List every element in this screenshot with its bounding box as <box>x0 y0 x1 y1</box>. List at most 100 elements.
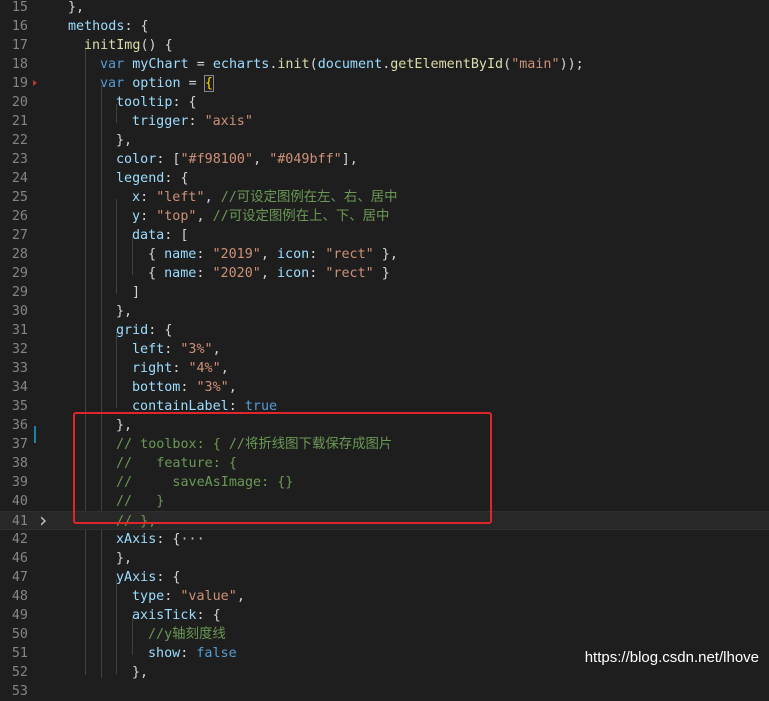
code-line[interactable]: 18 var myChart = echarts.init(document.ge… <box>0 55 769 74</box>
code-line[interactable]: 33 right: "4%", <box>0 359 769 378</box>
code-token: : { <box>148 323 173 338</box>
code-token: show <box>148 646 181 661</box>
code-token: x <box>132 190 141 205</box>
line-number: 48 <box>11 589 28 604</box>
line-number: 37 <box>11 437 28 452</box>
code-line[interactable]: 53 <box>0 682 769 701</box>
code-token: : <box>196 247 213 262</box>
code-token: false <box>196 646 237 661</box>
line-number: 49 <box>11 608 28 623</box>
code-token: }, <box>116 133 133 148</box>
code-text: }, <box>116 549 132 568</box>
code-text: data: [ <box>132 226 188 245</box>
code-line[interactable]: 26 y: "top", //可设定图例在上、下、居中 <box>0 207 769 226</box>
code-text: methods: { <box>68 17 149 36</box>
code-token: legend <box>116 171 165 186</box>
code-token: "#f98100" <box>180 152 254 167</box>
code-token: : { <box>164 171 189 186</box>
code-token: option <box>132 76 181 91</box>
code-line[interactable]: 30}, <box>0 302 769 321</box>
code-line[interactable]: 21 trigger: "axis" <box>0 112 769 131</box>
code-token: = <box>188 57 213 72</box>
code-text: color: ["#f98100", "#049bff"], <box>116 150 358 169</box>
code-text: tooltip: { <box>116 93 197 112</box>
code-line[interactable]: 46}, <box>0 549 769 568</box>
code-line[interactable]: 20 tooltip: { <box>0 93 769 112</box>
line-number: 27 <box>11 228 28 243</box>
code-token: : <box>164 589 181 604</box>
code-text: yAxis: { <box>116 568 181 587</box>
code-line[interactable]: 31 grid: { <box>0 321 769 340</box>
code-token: initImg <box>84 38 141 53</box>
line-number: 39 <box>11 475 28 490</box>
line-number: 35 <box>11 399 28 414</box>
code-line[interactable]: 49 axisTick: { <box>0 606 769 625</box>
line-number: 19 <box>11 76 28 91</box>
code-token: "main" <box>511 57 560 72</box>
code-token: right <box>132 361 173 376</box>
line-number: 51 <box>11 646 28 661</box>
code-token: { <box>203 75 214 92</box>
code-line[interactable]: 28 { name: "2019", icon: "rect" }, <box>0 245 769 264</box>
code-line[interactable]: 29 { name: "2020", icon: "rect" } <box>0 264 769 283</box>
code-token: , <box>260 266 277 281</box>
code-line[interactable]: 22}, <box>0 131 769 150</box>
code-line[interactable]: 23 color: ["#f98100", "#049bff"], <box>0 150 769 169</box>
code-text: grid: { <box>116 321 172 340</box>
line-number: 50 <box>11 627 28 642</box>
code-line[interactable]: 19 var option = { <box>0 74 769 93</box>
code-line[interactable]: 42 xAxis: {··· <box>0 530 769 549</box>
code-token: : <box>164 342 181 357</box>
code-token: grid <box>116 323 149 338</box>
code-line[interactable]: 16 methods: { <box>0 17 769 36</box>
code-token: //y轴刻度线 <box>148 627 226 642</box>
line-number: 33 <box>11 361 28 376</box>
code-token: : { <box>124 19 149 34</box>
code-text: axisTick: { <box>132 606 221 625</box>
line-number: 40 <box>11 494 28 509</box>
code-token: "value" <box>180 589 237 604</box>
code-line[interactable]: 48 type: "value", <box>0 587 769 606</box>
code-text: ] <box>132 283 140 302</box>
code-token: "3%" <box>180 342 213 357</box>
line-number: 30 <box>11 304 28 319</box>
code-text: type: "value", <box>132 587 245 606</box>
line-number: 42 <box>11 532 28 547</box>
code-line[interactable]: 29] <box>0 283 769 302</box>
line-number: 52 <box>11 665 28 680</box>
code-line[interactable]: 17 initImg() { <box>0 36 769 55</box>
chevron-right-icon[interactable]: › <box>36 510 50 530</box>
code-token: name <box>164 266 197 281</box>
code-token: )); <box>559 57 584 72</box>
code-token: left <box>132 342 165 357</box>
code-token: : <box>180 646 197 661</box>
code-token: data <box>132 228 165 243</box>
code-token: "rect" <box>325 266 374 281</box>
line-number: 32 <box>11 342 28 357</box>
code-token: icon <box>277 247 310 262</box>
code-token: "top" <box>156 209 197 224</box>
code-token: , <box>228 380 237 395</box>
code-text: x: "left", //可设定图例在左、右、居中 <box>132 188 398 207</box>
code-token: }, <box>116 551 133 566</box>
code-token: getElementById <box>390 57 504 72</box>
code-token: tooltip <box>116 95 173 110</box>
line-number: 18 <box>11 57 28 72</box>
watermark: https://blog.csdn.net/lhove <box>584 649 759 666</box>
code-line[interactable]: 34 bottom: "3%", <box>0 378 769 397</box>
code-token: : { <box>156 532 181 547</box>
code-line[interactable]: 24 legend: { <box>0 169 769 188</box>
code-line[interactable]: 47 yAxis: { <box>0 568 769 587</box>
code-line[interactable]: 50 //y轴刻度线 <box>0 625 769 644</box>
code-line[interactable]: 32 left: "3%", <box>0 340 769 359</box>
code-token: name <box>164 247 197 262</box>
code-text: }, <box>116 302 132 321</box>
code-editor[interactable]: 15}, 16 methods: {17 initImg() {18 var myCha… <box>0 0 769 699</box>
code-line[interactable]: 25 x: "left", //可设定图例在左、右、居中 <box>0 188 769 207</box>
code-line[interactable]: 27 data: [ <box>0 226 769 245</box>
code-token: "3%" <box>196 380 229 395</box>
line-number: 41 <box>11 514 28 529</box>
code-token: xAxis <box>116 532 157 547</box>
code-token: : [ <box>164 228 189 243</box>
code-line[interactable]: 15}, <box>0 0 769 17</box>
